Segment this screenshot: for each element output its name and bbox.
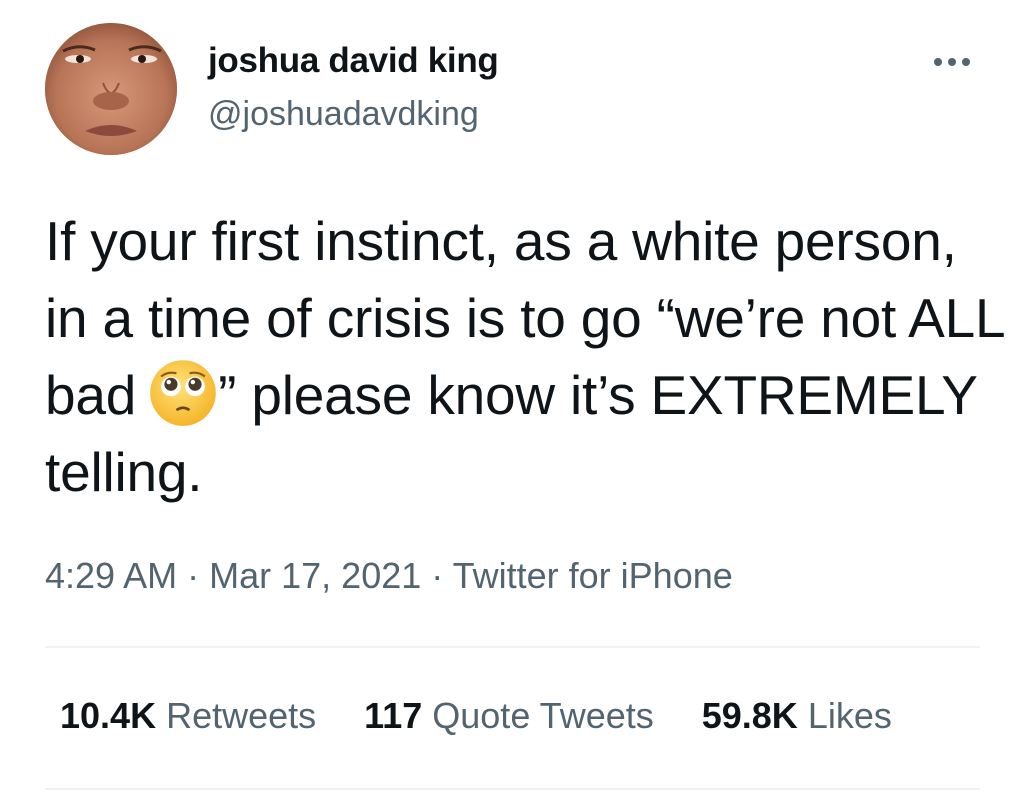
author-display-name[interactable]: joshua david king [208, 40, 499, 82]
tweet-text: If your first instinct, as a white perso… [45, 203, 1005, 511]
more-options-icon[interactable] [926, 50, 978, 74]
tweet-time[interactable]: 4:29 AM [45, 555, 177, 596]
author-handle[interactable]: @joshuadavdking [208, 94, 479, 134]
retweets-stat[interactable]: 10.4K Retweets [60, 693, 316, 739]
avatar-photo [45, 23, 177, 155]
meta-separator: · [187, 555, 200, 596]
pleading-face-icon [150, 360, 216, 426]
likes-count: 59.8K [701, 695, 798, 736]
meta-separator: · [431, 555, 444, 596]
engagement-stats: 10.4K Retweets 117 Quote Tweets 59.8K Li… [60, 693, 892, 739]
likes-label: Likes [807, 695, 892, 736]
quote-tweets-stat[interactable]: 117 Quote Tweets [364, 693, 654, 739]
retweets-label: Retweets [166, 695, 317, 736]
retweets-count: 10.4K [60, 695, 157, 736]
tweet-date[interactable]: Mar 17, 2021 [209, 555, 421, 596]
divider [45, 646, 980, 648]
divider [45, 788, 980, 790]
avatar[interactable] [45, 23, 177, 155]
quote-tweets-count: 117 [364, 695, 423, 736]
tweet-metadata: 4:29 AM · Mar 17, 2021 · Twitter for iPh… [45, 553, 733, 599]
quote-tweets-label: Quote Tweets [432, 695, 654, 736]
likes-stat[interactable]: 59.8K Likes [702, 693, 892, 739]
tweet-source[interactable]: Twitter for iPhone [453, 555, 733, 596]
